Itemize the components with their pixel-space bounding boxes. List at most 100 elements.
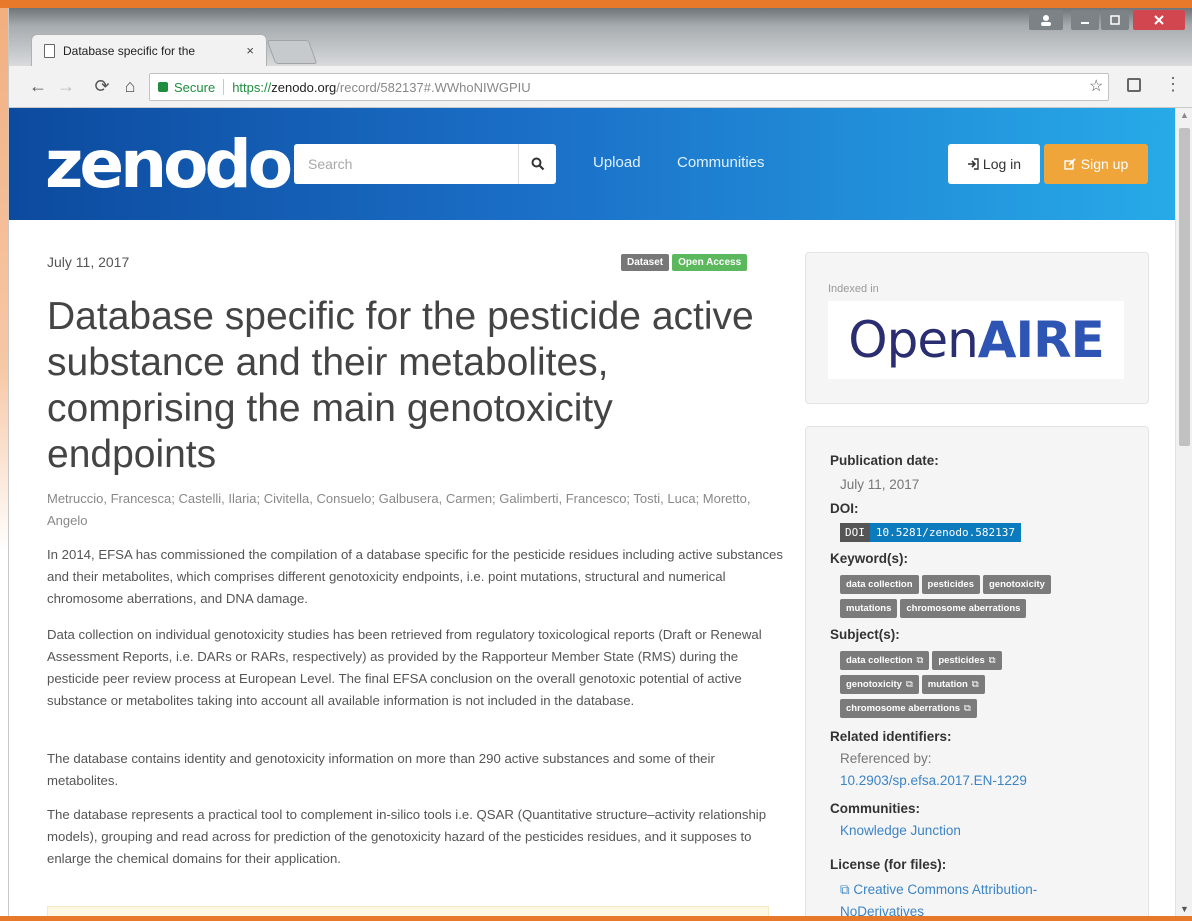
nav-communities-link[interactable]: Communities — [677, 154, 765, 171]
scroll-down-arrow-icon[interactable]: ▼ — [1180, 904, 1189, 914]
publication-date-value: July 11, 2017 — [840, 477, 920, 492]
address-separator — [223, 79, 225, 95]
page-viewport: zenodo Upload Communities Log in Sign up… — [9, 108, 1175, 916]
url-path: /record/582137#.WWhoNIWGPIU — [336, 79, 531, 95]
scrollbar-thumb[interactable] — [1179, 128, 1190, 446]
description-paragraph: In 2014, EFSA has commissioned the compi… — [47, 547, 783, 606]
outer-frame-bottom — [0, 916, 1192, 921]
subject-tag[interactable]: chromosome aberrations ⧉ — [840, 699, 977, 718]
subject-tag-label: chromosome aberrations — [846, 703, 961, 714]
url-host: zenodo.org — [271, 79, 337, 95]
subject-tag-label: genotoxicity — [846, 679, 902, 690]
keyword-tag[interactable]: genotoxicity — [982, 575, 1051, 594]
doi-label: DOI: — [830, 501, 859, 516]
zenodo-header: zenodo Upload Communities Log in Sign up — [9, 108, 1175, 220]
external-link-icon: ⧉ — [916, 655, 924, 666]
subjects-row: data collection ⧉ pesticides ⧉ — [840, 651, 1002, 670]
keywords-row: data collection pesticides genotoxicity — [840, 575, 1051, 594]
secure-label: Secure — [174, 79, 216, 95]
doi-badge[interactable]: DOI 10.5281/zenodo.582137 — [840, 523, 1021, 542]
related-identifiers-label: Related identifiers: — [830, 729, 952, 744]
address-bar[interactable]: Secure https:// zenodo.org /record/58213… — [149, 73, 1109, 101]
lock-icon — [158, 82, 168, 92]
browser-window: Database specific for the × ← → ⟳ ⌂ Secu… — [8, 8, 1192, 916]
tab-strip: Database specific for the × — [9, 8, 1192, 66]
external-link-icon: ⧉ — [840, 882, 854, 897]
browser-tab-active[interactable]: Database specific for the × — [31, 34, 267, 66]
external-link-icon: ⧉ — [905, 679, 913, 690]
referenced-by-link[interactable]: 10.2903/sp.efsa.2017.EN-1229 — [840, 773, 1027, 788]
record-title: Database specific for the pesticide acti… — [47, 295, 754, 476]
doi-badge-key: DOI — [840, 523, 870, 542]
edit-icon — [1064, 158, 1076, 170]
license-link[interactable]: ⧉ Creative Commons Attribution-NoDerivat… — [840, 879, 1090, 916]
nav-upload-link[interactable]: Upload — [593, 154, 641, 171]
external-link-icon: ⧉ — [971, 679, 979, 690]
record-date: July 11, 2017 — [47, 254, 130, 270]
search-icon — [531, 157, 544, 171]
referenced-by-label: Referenced by: — [840, 751, 932, 766]
publication-date-label: Publication date: — [830, 453, 939, 468]
communities-label: Communities: — [830, 801, 921, 816]
reload-icon[interactable]: ⟳ — [91, 76, 113, 97]
openaire-logo[interactable]: Open AIRE — [828, 301, 1124, 379]
openaire-logo-open: Open — [848, 311, 979, 369]
keyword-tag[interactable]: mutations — [840, 599, 898, 618]
openaire-logo-aire: AIRE — [977, 311, 1105, 369]
maximize-button[interactable] — [1101, 10, 1129, 30]
forward-arrow-icon[interactable]: → — [55, 76, 77, 97]
browser-toolbar: ← → ⟳ ⌂ Secure https:// zenodo.org /reco… — [9, 66, 1192, 108]
description-paragraph: The database contains identity and genot… — [47, 751, 715, 788]
login-label: Log in — [982, 156, 1022, 172]
subject-tag-label: pesticides — [938, 655, 985, 666]
user-icon[interactable] — [1029, 10, 1063, 30]
open-access-badge: Open Access — [672, 254, 748, 271]
browser-menu-icon[interactable]: ⋮ — [1164, 74, 1182, 95]
doi-badge-value: 10.5281/zenodo.582137 — [869, 523, 1021, 542]
zenodo-logo[interactable]: zenodo — [45, 126, 293, 203]
keyword-tag[interactable]: pesticides — [921, 575, 980, 594]
subjects-row: genotoxicity ⧉ mutation ⧉ — [840, 675, 985, 694]
new-tab-button[interactable] — [266, 40, 318, 64]
outer-frame-left — [0, 0, 8, 921]
subject-tag[interactable]: data collection ⧉ — [840, 651, 930, 670]
close-tab-icon[interactable]: × — [246, 43, 254, 58]
keywords-row: mutations chromosome aberrations — [840, 599, 1027, 618]
subject-tag-label: data collection — [846, 655, 913, 666]
subject-tag[interactable]: genotoxicity ⧉ — [840, 675, 919, 694]
record-authors[interactable]: Metruccio, Francesca; Castelli, Ilaria; … — [47, 488, 787, 532]
description-paragraph: The database represents a practical tool… — [47, 807, 767, 866]
bookmark-star-icon[interactable]: ☆ — [1089, 76, 1103, 96]
tab-title: Database specific for the — [63, 43, 196, 58]
dataset-badge: Dataset — [621, 254, 670, 271]
keywords-label: Keyword(s): — [830, 551, 909, 566]
signup-button[interactable]: Sign up — [1044, 144, 1148, 184]
minimize-button[interactable] — [1071, 10, 1099, 30]
extension-icon[interactable] — [1127, 78, 1141, 92]
search-input[interactable] — [294, 144, 518, 184]
subjects-label: Subject(s): — [830, 627, 900, 642]
scroll-up-arrow-icon[interactable]: ▲ — [1180, 110, 1189, 120]
external-link-icon: ⧉ — [964, 703, 971, 714]
community-link[interactable]: Knowledge Junction — [840, 823, 961, 838]
record-badges: Dataset Open Access — [621, 254, 748, 271]
search-button[interactable] — [518, 144, 556, 184]
vertical-scrollbar[interactable]: ▲ ▼ — [1175, 108, 1192, 916]
url-scheme: https:// — [232, 79, 272, 95]
subjects-row: chromosome aberrations ⧉ — [840, 699, 977, 718]
keyword-tag[interactable]: data collection — [840, 575, 919, 594]
description-paragraph: Data collection on individual genotoxici… — [47, 627, 762, 708]
login-button[interactable]: Log in — [948, 144, 1040, 184]
search-form — [294, 144, 556, 184]
close-window-button[interactable] — [1133, 10, 1185, 30]
page-icon — [44, 43, 55, 58]
license-label: License (for files): — [830, 857, 947, 872]
license-text: Creative Commons Attribution-NoDerivativ… — [840, 882, 1038, 916]
keyword-tag[interactable]: chromosome aberrations — [900, 599, 1027, 618]
subject-tag[interactable]: mutation ⧉ — [921, 675, 985, 694]
openaire-panel: Indexed in Open AIRE — [805, 252, 1149, 404]
subject-tag[interactable]: pesticides ⧉ — [932, 651, 1002, 670]
back-arrow-icon[interactable]: ← — [27, 76, 49, 97]
home-icon[interactable]: ⌂ — [119, 76, 141, 97]
signup-label: Sign up — [1080, 156, 1129, 172]
